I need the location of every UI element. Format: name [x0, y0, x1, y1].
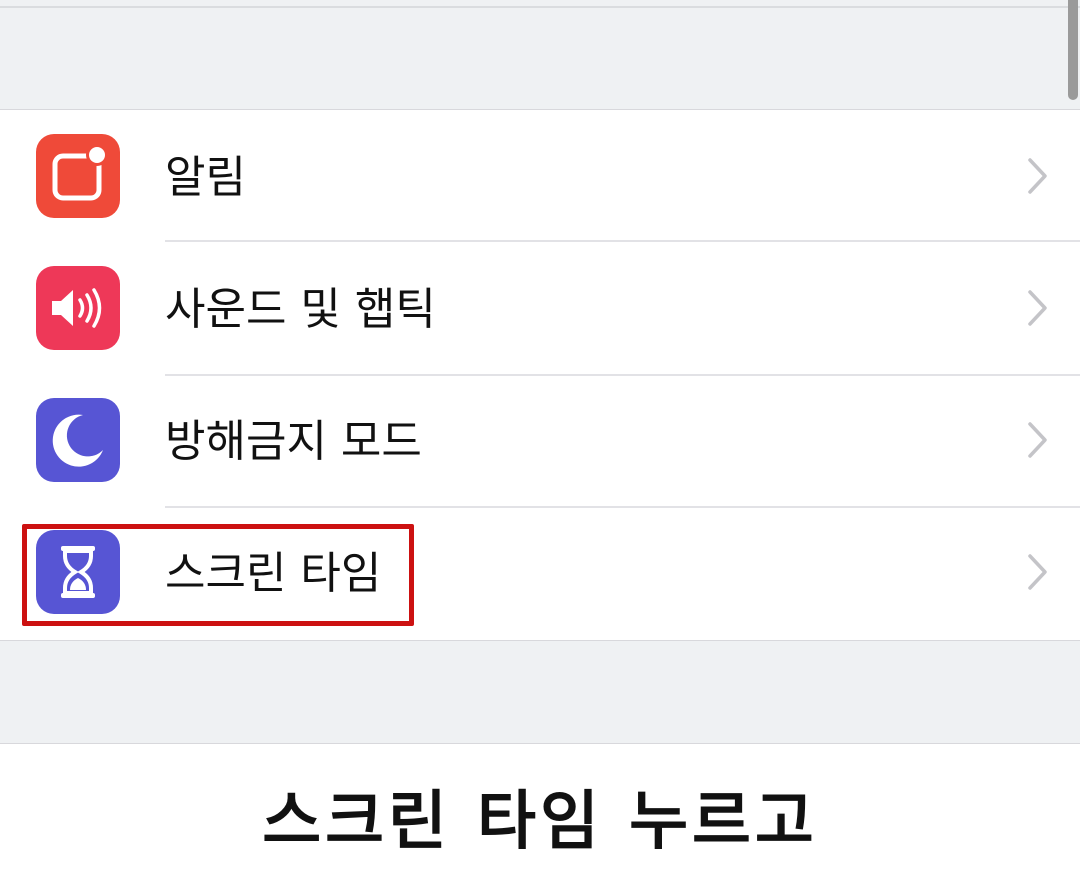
settings-row-label: 방해금지 모드: [165, 416, 422, 467]
chevron-right-icon: [1026, 420, 1050, 460]
settings-row-notifications[interactable]: 알림: [0, 110, 1080, 242]
settings-list: 알림 사운드 및 햅틱 방해금지 모드 스크린 타임: [0, 110, 1080, 640]
speaker-icon: [36, 266, 120, 350]
settings-row-sounds-haptics[interactable]: 사운드 및 햅틱: [0, 242, 1080, 374]
moon-icon: [36, 398, 120, 482]
notifications-icon: [36, 134, 120, 218]
section-spacer-bottom: [0, 640, 1080, 744]
scrollbar-thumb[interactable]: [1068, 0, 1078, 100]
settings-row-label: 알림: [165, 152, 246, 203]
settings-row-label: 사운드 및 햅틱: [165, 284, 436, 335]
settings-row-do-not-disturb[interactable]: 방해금지 모드: [0, 376, 1080, 508]
instruction-caption: 스크린 타임 누르고: [262, 785, 818, 859]
settings-row-label: 스크린 타임: [165, 548, 382, 599]
section-spacer-top: [0, 0, 1080, 110]
chevron-right-icon: [1026, 156, 1050, 196]
settings-row-screen-time[interactable]: 스크린 타임: [0, 508, 1080, 640]
chevron-right-icon: [1026, 552, 1050, 592]
divider: [0, 6, 1080, 8]
chevron-right-icon: [1026, 288, 1050, 328]
hourglass-icon: [36, 530, 120, 614]
